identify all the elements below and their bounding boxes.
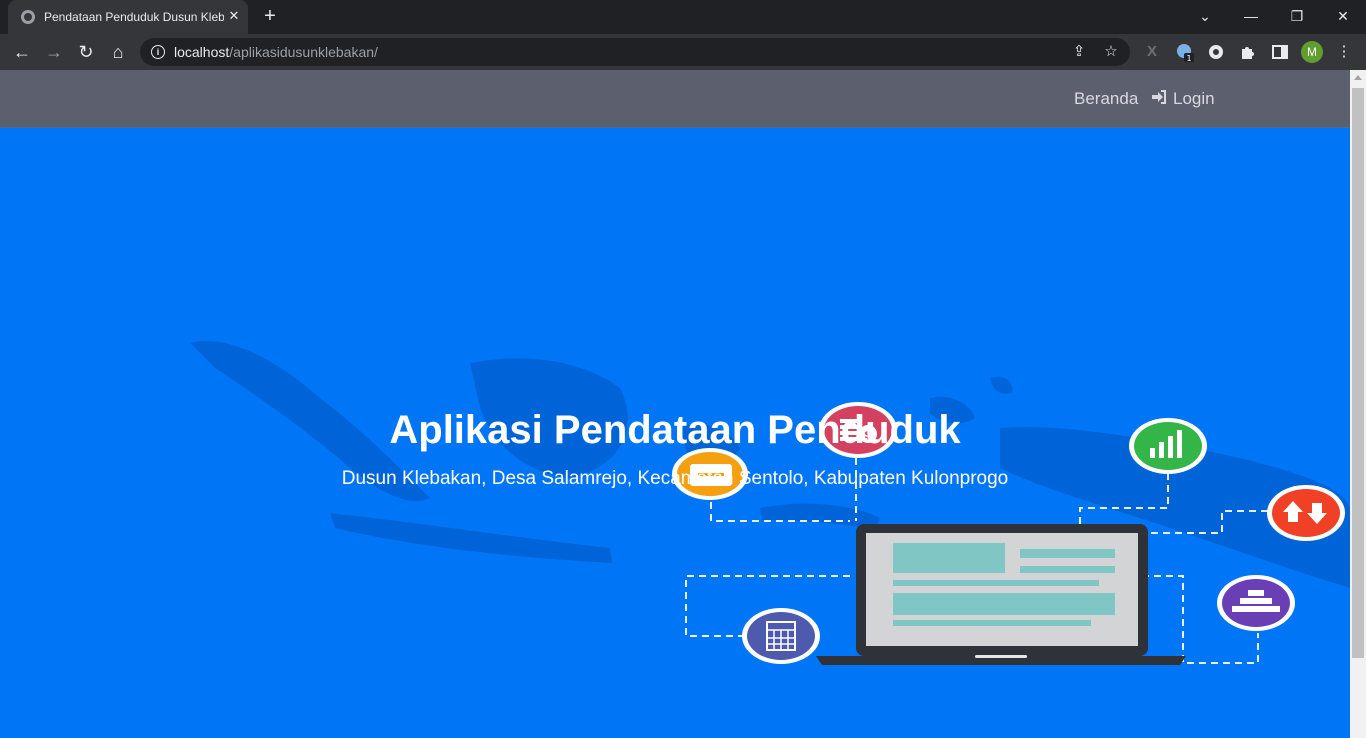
page-scrollbar[interactable] (1350, 70, 1366, 738)
tab-search-icon[interactable]: ⌄ (1193, 6, 1217, 26)
new-tab-button[interactable]: + (260, 6, 280, 26)
translate-extension-icon[interactable]: 1 (1174, 42, 1194, 63)
login-icon (1152, 90, 1166, 104)
browser-toolbar: ← → ↻ ⌂ i localhost/aplikasidusunklebaka… (0, 34, 1366, 70)
home-icon[interactable]: ⌂ (107, 41, 129, 63)
svg-text:1: 1 (1186, 54, 1191, 62)
hero-title: Aplikasi Pendataan Penduduk (389, 408, 961, 452)
forward-icon[interactable]: → (43, 41, 65, 63)
hero-subtitle: Dusun Klebakan, Desa Salamrejo, Kecamata… (341, 468, 1009, 489)
hero-section: $ Aplikasi Pendataan Penduduk Dusun Kleb… (0, 128, 1350, 738)
back-icon[interactable]: ← (11, 41, 33, 63)
circle-extension-icon[interactable] (1206, 42, 1226, 62)
tab-title: Pendataan Penduduk Dusun Klebakan (44, 10, 224, 24)
info-icon[interactable]: i (151, 45, 165, 59)
browser-tab[interactable]: Pendataan Penduduk Dusun Klebakan ✕ (8, 0, 248, 34)
share-icon[interactable]: ⇪ (1070, 43, 1088, 61)
restore-icon[interactable]: ❐ (1285, 6, 1309, 26)
menu-icon[interactable]: ⋮ (1334, 42, 1354, 62)
close-window-icon[interactable]: ✕ (1331, 6, 1355, 26)
sidepanel-icon[interactable] (1270, 42, 1290, 62)
tab-strip: Pendataan Penduduk Dusun Klebakan ✕ + ⌄ … (0, 0, 1366, 34)
extension-x-icon[interactable]: X (1142, 42, 1162, 62)
nav-beranda[interactable]: Beranda (1074, 89, 1138, 109)
puzzle-icon[interactable] (1238, 42, 1258, 62)
url-text[interactable]: localhost/aplikasidusunklebakan/ (174, 44, 378, 60)
nav-login[interactable]: Login (1151, 89, 1215, 109)
gold-bars-circle (1217, 575, 1295, 631)
close-tab-icon[interactable]: ✕ (226, 8, 242, 24)
exchange-circle (1267, 485, 1345, 541)
scroll-up-icon[interactable] (1354, 75, 1362, 80)
site-navbar: Beranda Login (0, 70, 1350, 128)
minimize-icon[interactable]: — (1239, 6, 1263, 26)
reload-icon[interactable]: ↻ (75, 41, 97, 63)
web-page: Beranda Login $ Aplikasi Pendataan Pendu… (0, 70, 1350, 738)
laptop-illustration (816, 524, 1186, 665)
avatar[interactable]: M (1301, 41, 1323, 63)
calculator-circle (742, 608, 820, 664)
address-bar[interactable]: i localhost/aplikasidusunklebakan/ ⇪ ☆ (140, 38, 1130, 66)
star-icon[interactable]: ☆ (1102, 43, 1120, 61)
scroll-thumb[interactable] (1352, 88, 1364, 658)
globe-icon (21, 10, 35, 24)
